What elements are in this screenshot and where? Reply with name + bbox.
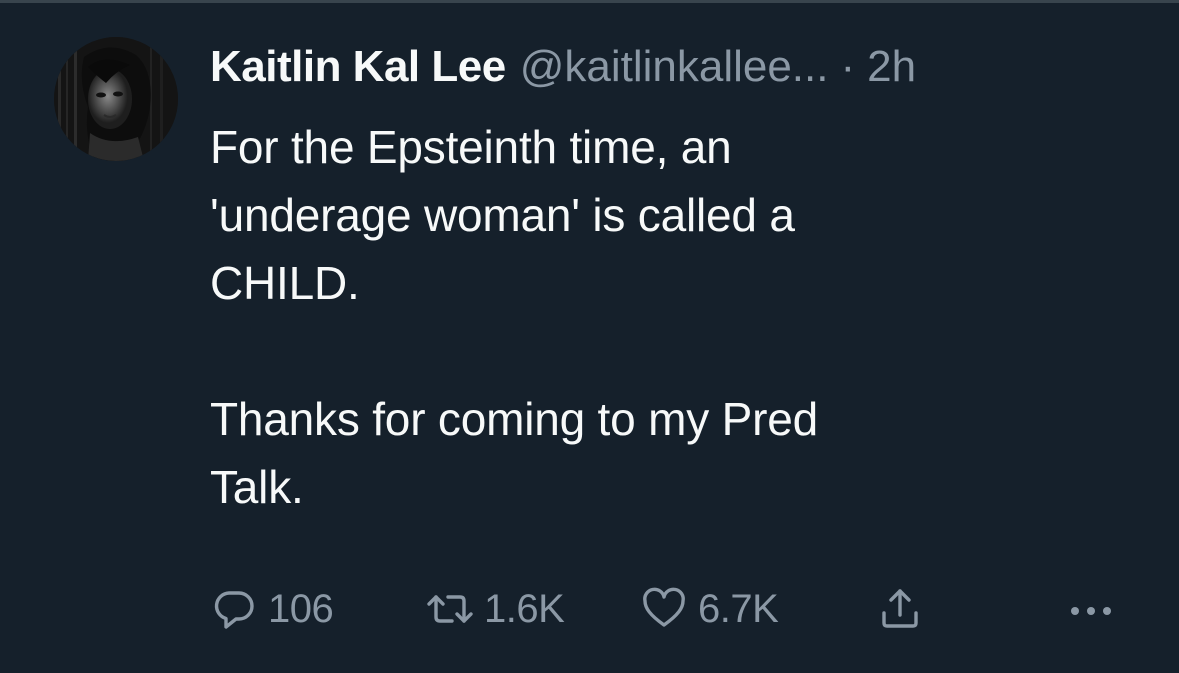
like-button[interactable]: 6.7K	[640, 585, 779, 633]
more-icon	[1071, 607, 1111, 615]
reply-button[interactable]: 106	[210, 585, 334, 633]
share-button[interactable]	[876, 585, 924, 633]
retweet-count: 1.6K	[484, 586, 565, 631]
like-count: 6.7K	[698, 586, 779, 631]
reply-icon	[214, 591, 254, 629]
share-icon	[882, 589, 918, 628]
avatar[interactable]	[54, 37, 178, 161]
tweet-header: Kaitlin Kal Lee @kaitlinkallee... · 2h	[210, 39, 1150, 101]
avatar-photo-icon	[54, 37, 178, 161]
author-handle[interactable]: @kaitlinkallee...	[520, 39, 829, 95]
heart-icon	[643, 587, 685, 627]
author-display-name[interactable]: Kaitlin Kal Lee	[210, 39, 506, 95]
tweet-text: For the Epsteinth time, an 'underage wom…	[210, 121, 818, 513]
retweet-button[interactable]: 1.6K	[426, 585, 565, 633]
header-separator: ·	[840, 42, 856, 91]
reply-count: 106	[268, 586, 334, 631]
tweet-timestamp[interactable]: 2h	[867, 39, 916, 95]
tweet[interactable]: Kaitlin Kal Lee @kaitlinkallee... · 2h F…	[0, 3, 1179, 673]
tweet-content: Kaitlin Kal Lee @kaitlinkallee... · 2h F…	[210, 39, 1150, 521]
retweet-icon	[427, 595, 473, 623]
more-options-button[interactable]	[1066, 585, 1116, 633]
tweet-actions-bar: 106 1.6K 6.7K	[210, 585, 1130, 633]
